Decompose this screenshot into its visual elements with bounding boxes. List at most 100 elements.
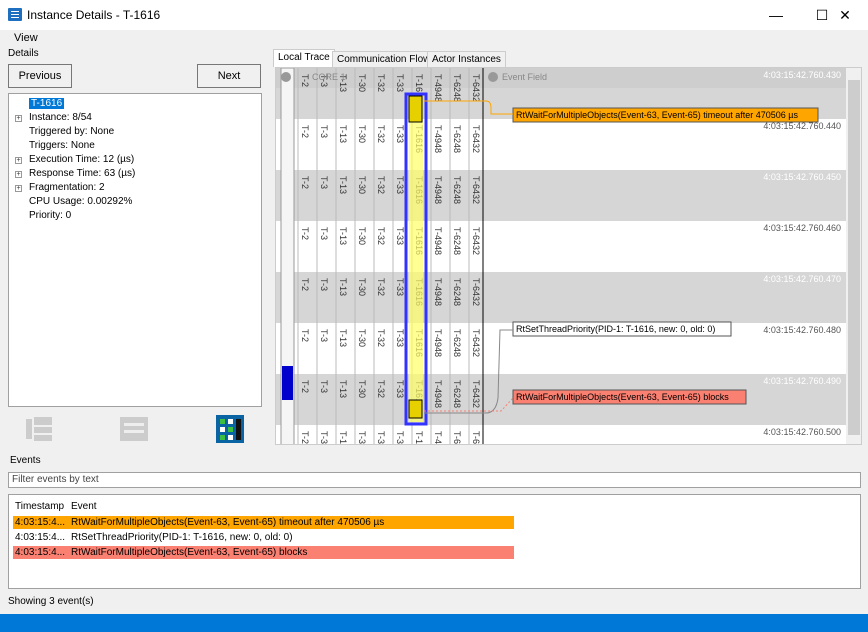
thread-column-label: T-6248 (452, 278, 462, 306)
timestamp-label: 4:03:15:42.760.430 (763, 70, 841, 80)
thread-column-label: T-30 (357, 431, 367, 445)
details-group-label: Details (8, 48, 39, 59)
thread-column-label: T-6248 (452, 125, 462, 153)
thread-column-label: T-32 (376, 125, 386, 143)
thread-column-label: T-30 (357, 329, 367, 347)
thread-column-label: T-3 (319, 329, 329, 342)
tree-item[interactable]: Triggered by: None (29, 126, 114, 137)
status-text: Showing 3 event(s) (8, 596, 94, 607)
list-view-icon[interactable] (118, 413, 150, 445)
thread-column-label: T-2 (300, 329, 310, 342)
app-icon (8, 8, 22, 21)
events-table: Timestamp Event 4:03:15:4... RtWaitForMul… (8, 494, 861, 589)
tree-expand-toggle[interactable]: + (15, 157, 22, 164)
thread-column-label: T-32 (376, 227, 386, 245)
thread-column-label: T-4948 (433, 74, 443, 102)
thread-column-label: T-13 (338, 176, 348, 194)
thread-column-label: T-32 (376, 278, 386, 296)
thread-column-label: T-2 (300, 74, 310, 87)
timestamp-label: 4:03:15:42.760.490 (763, 376, 841, 386)
actor-view-icon[interactable] (24, 413, 56, 445)
thread-column-label: T-32 (376, 431, 386, 445)
thread-column-label: T-4948 (433, 227, 443, 255)
filter-input[interactable]: Filter events by text (8, 472, 861, 488)
details-tree[interactable]: T-1616 + Instance: 8/54 Triggered by: None T… (8, 93, 262, 407)
tree-expand-toggle[interactable]: + (15, 115, 22, 122)
tree-expand-toggle[interactable]: + (15, 171, 22, 178)
thread-column-label: T-4948 (433, 380, 443, 408)
thread-column-label: T-3 (319, 278, 329, 291)
thread-column-label: T-30 (357, 74, 367, 92)
thread-column-label: T-2 (300, 227, 310, 240)
column-event[interactable]: Event (71, 501, 97, 512)
thread-column-label: T-6432 (471, 278, 481, 306)
next-button[interactable]: Next (197, 64, 261, 88)
window-title: Instance Details - T-1616 (27, 8, 161, 22)
thread-column-label: T-32 (376, 380, 386, 398)
thread-column-label: T-33 (395, 74, 405, 92)
core-activity-bar (282, 366, 293, 400)
event-callout-text: RtWaitForMultipleObjects(Event-63, Event… (516, 392, 729, 402)
tree-item[interactable]: Fragmentation: 2 (29, 182, 105, 193)
tab-communication-flow[interactable]: Communication Flow (332, 51, 436, 67)
thread-column-label: T-32 (376, 329, 386, 347)
tab-actor-instances[interactable]: Actor Instances (427, 51, 506, 67)
thread-column-label: T-33 (395, 329, 405, 347)
row-timestamp: 4:03:15:4... (15, 532, 66, 543)
trace-scroll-thumb (848, 80, 860, 435)
tab-local-trace[interactable]: Local Trace (273, 49, 335, 67)
event-field-label: Event Field (502, 72, 547, 82)
timestamp-label: 4:03:15:42.760.480 (763, 325, 841, 335)
tree-item[interactable]: Execution Time: 12 (µs) (29, 154, 134, 165)
table-row[interactable]: 4:03:15:4... RtWaitForMultipleObjects(Eve… (13, 546, 514, 559)
thread-column-label: T-6432 (471, 74, 481, 102)
menu-view[interactable]: View (14, 32, 38, 44)
row-event: RtWaitForMultipleObjects(Event-63, Event… (71, 547, 308, 558)
thread-column-label: T-13 (338, 278, 348, 296)
thread-column-label: T-6432 (471, 227, 481, 255)
thread-column-label: T-13 (338, 125, 348, 143)
timestamp-label: 4:03:15:42.760.470 (763, 274, 841, 284)
status-bar (0, 614, 868, 632)
thread-column-label: T-32 (376, 176, 386, 194)
thread-column-label: T-6248 (452, 329, 462, 357)
thread-column-label: T-4948 (433, 278, 443, 306)
execution-block (408, 399, 423, 419)
thread-column-label: T-6248 (452, 431, 462, 445)
thread-column-label: T-3 (319, 227, 329, 240)
thread-column-label: T-13 (338, 329, 348, 347)
tree-item[interactable]: Triggers: None (29, 140, 95, 151)
thread-column-label: T-2 (300, 125, 310, 138)
tree-item[interactable]: T-1616 (29, 98, 65, 109)
thread-column-label: T-6432 (471, 431, 481, 445)
row-timestamp: 4:03:15:4... (15, 547, 66, 558)
thread-column-label: T-30 (357, 125, 367, 143)
execution-block (408, 95, 423, 123)
thread-column-label: T-4948 (433, 329, 443, 357)
tree-item[interactable]: CPU Usage: 0.00292% (29, 196, 132, 207)
thread-column-label: T-3 (319, 431, 329, 444)
thread-column-label: T-6432 (471, 380, 481, 408)
column-timestamp[interactable]: Timestamp (15, 501, 64, 512)
thread-column-label: T-6432 (471, 329, 481, 357)
thread-column-label: T-6432 (471, 125, 481, 153)
minimize-button[interactable]: — (753, 0, 799, 30)
thread-column-label: T-6248 (452, 74, 462, 102)
thread-column-label: T-6432 (471, 176, 481, 204)
tree-item[interactable]: Priority: 0 (29, 210, 71, 221)
gear-icon (488, 72, 498, 82)
tree-expand-toggle[interactable]: + (15, 185, 22, 192)
table-row[interactable]: 4:03:15:4... RtSetThreadPriority(PID-1: T… (13, 531, 514, 544)
tree-item[interactable]: Instance: 8/54 (29, 112, 92, 123)
grid-view-icon[interactable] (214, 413, 246, 445)
event-callout-text: RtWaitForMultipleObjects(Event-63, Event… (516, 110, 798, 120)
tree-item[interactable]: Response Time: 63 (µs) (29, 168, 135, 179)
previous-button[interactable]: Previous (8, 64, 72, 88)
menu-bar (0, 30, 868, 46)
table-row[interactable]: 4:03:15:4... RtWaitForMultipleObjects(Eve… (13, 516, 514, 529)
trace-view[interactable]: T-2 T-2 T-2 T-2 T-2 T-2 T-2 T-2 T-3 T-3 T-3 T-3 T-3 T… (275, 67, 862, 445)
close-button[interactable]: ✕ (822, 0, 868, 30)
events-group-label: Events (10, 455, 41, 466)
timestamp-label: 4:03:15:42.760.500 (763, 427, 841, 437)
thread-column-label: T-33 (395, 278, 405, 296)
